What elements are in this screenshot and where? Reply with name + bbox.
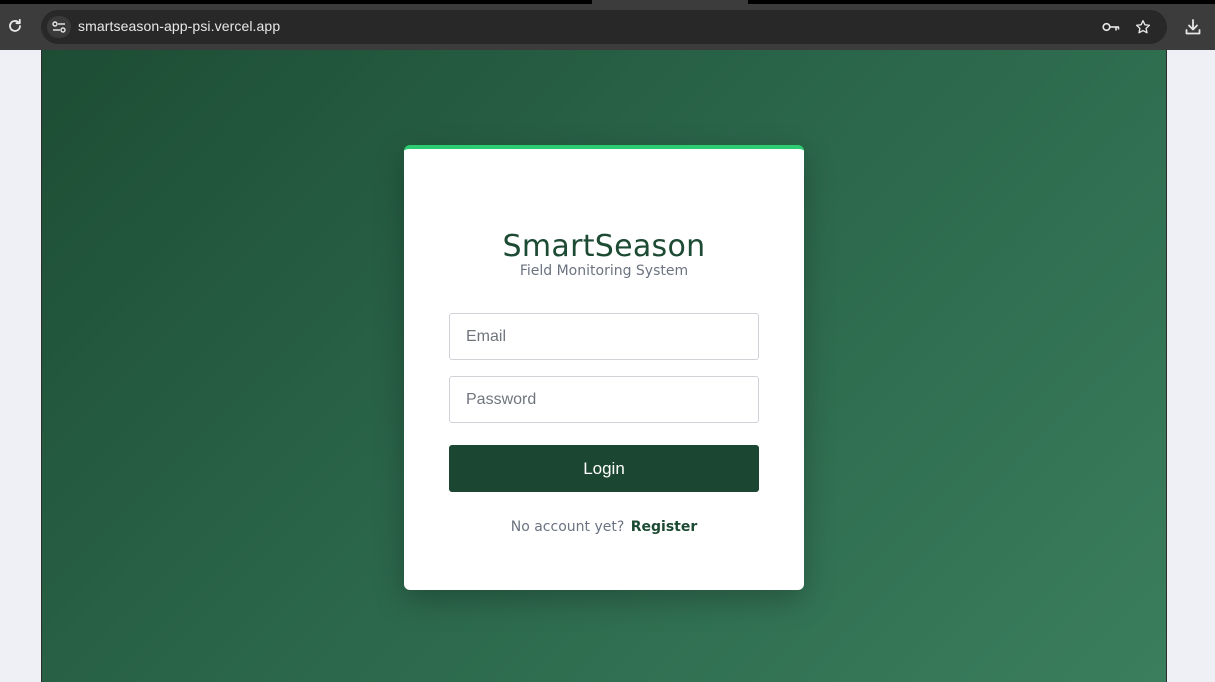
- app-title: SmartSeason: [502, 229, 706, 264]
- key-icon[interactable]: [1101, 18, 1121, 36]
- download-icon[interactable]: [1182, 16, 1204, 38]
- tune-icon[interactable]: [47, 16, 71, 38]
- address-bar[interactable]: smartseason-app-psi.vercel.app: [41, 10, 1167, 44]
- email-field[interactable]: [449, 313, 759, 360]
- login-button[interactable]: Login: [449, 445, 759, 492]
- app-subtitle: Field Monitoring System: [519, 263, 689, 279]
- login-card: SmartSeason Field Monitoring System Logi…: [404, 145, 804, 590]
- register-link[interactable]: Register: [631, 519, 698, 535]
- page-background: SmartSeason Field Monitoring System Logi…: [41, 50, 1167, 682]
- reload-icon[interactable]: [4, 13, 26, 39]
- no-account-text: No account yet?: [510, 519, 625, 535]
- password-field[interactable]: [449, 376, 759, 423]
- url-text[interactable]: smartseason-app-psi.vercel.app: [78, 18, 280, 34]
- star-icon[interactable]: [1133, 17, 1153, 37]
- register-prompt: No account yet? Register: [404, 519, 804, 535]
- browser-toolbar: smartseason-app-psi.vercel.app: [0, 4, 1215, 50]
